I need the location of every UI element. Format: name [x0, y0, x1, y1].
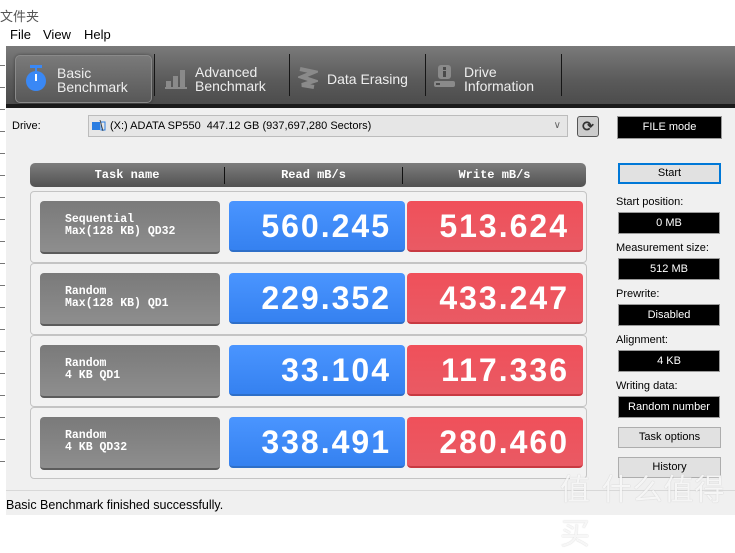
measurement-size-label: Measurement size: — [616, 242, 709, 254]
task-button[interactable]: Random Max(128 KB) QD1 — [40, 273, 220, 326]
tab-label-line2: Information — [464, 78, 535, 94]
header-read: Read mB/s — [281, 168, 346, 182]
menu-help[interactable]: Help — [84, 27, 111, 42]
write-value: 280.460 — [407, 417, 583, 468]
chevron-down-icon: ∨ — [553, 120, 561, 131]
task-name-line2: 4 KB QD32 — [65, 441, 128, 454]
writing-data-field[interactable]: Random number — [618, 396, 720, 418]
refresh-icon: ⟳ — [582, 118, 594, 134]
read-value: 338.491 — [229, 417, 405, 468]
tab-label-line1: Advanced — [195, 64, 258, 80]
table-row: Random Max(128 KB) QD1 229.352 433.247 — [30, 263, 587, 335]
header-task-name: Task name — [94, 168, 160, 182]
task-button[interactable]: Random 4 KB QD1 — [40, 345, 220, 398]
table-row: Random 4 KB QD1 33.104 117.336 — [30, 335, 587, 407]
menu-view[interactable]: View — [43, 27, 71, 42]
app-window: Basic Benchmark Advanced Benchmark Data … — [6, 46, 735, 515]
tab-data-erasing[interactable]: Data Erasing — [294, 55, 422, 101]
write-value: 117.336 — [407, 345, 583, 396]
refresh-button[interactable]: ⟳ — [577, 116, 599, 137]
task-name-line2: 4 KB QD1 — [65, 369, 121, 382]
prewrite-field[interactable]: Disabled — [618, 304, 720, 326]
read-value: 560.245 — [229, 201, 405, 252]
start-position-label: Start position: — [616, 196, 684, 208]
tab-label-line2: Benchmark — [57, 79, 128, 95]
mode-indicator: FILE mode — [617, 116, 722, 139]
menu-file[interactable]: File — [10, 27, 31, 42]
task-name-line2: Max(128 KB) QD1 — [65, 297, 169, 310]
start-button[interactable]: Start — [618, 163, 721, 184]
tab-divider — [561, 54, 562, 96]
tab-drive-information[interactable]: Drive Information — [430, 55, 558, 101]
status-text: Basic Benchmark finished successfully. — [6, 498, 224, 512]
measurement-size-field[interactable]: 512 MB — [618, 258, 720, 280]
tab-label-line2: Benchmark — [195, 78, 266, 94]
writing-data-label: Writing data: — [616, 380, 678, 392]
tab-label-line1: Drive — [464, 64, 497, 80]
tab-bar: Basic Benchmark Advanced Benchmark Data … — [6, 46, 735, 108]
task-options-button[interactable]: Task options — [618, 427, 721, 448]
tab-basic-benchmark[interactable]: Basic Benchmark — [15, 55, 152, 103]
task-button[interactable]: Random 4 KB QD32 — [40, 417, 220, 470]
drive-icon — [92, 120, 106, 131]
drive-info-icon — [434, 65, 455, 87]
read-value: 229.352 — [229, 273, 405, 324]
results-table-header: Task name Read mB/s Write mB/s — [30, 163, 586, 187]
task-name-line2: Max(128 KB) QD32 — [65, 225, 176, 238]
drive-select-value: (X:) ADATA SP550 447.12 GB (937,697,280 … — [110, 120, 372, 132]
prewrite-label: Prewrite: — [616, 288, 660, 300]
read-value: 33.104 — [229, 345, 405, 396]
tab-advanced-benchmark[interactable]: Advanced Benchmark — [158, 55, 286, 101]
write-value: 513.624 — [407, 201, 583, 252]
tab-label: Data Erasing — [327, 71, 408, 87]
drive-label: Drive: — [12, 120, 41, 132]
alignment-label: Alignment: — [616, 334, 668, 346]
table-row: Sequential Max(128 KB) QD32 560.245 513.… — [30, 191, 587, 263]
alignment-field[interactable]: 4 KB — [618, 350, 720, 372]
watermark: 值 什么值得买 — [560, 473, 726, 552]
write-value: 433.247 — [407, 273, 583, 324]
header-write: Write mB/s — [458, 168, 531, 182]
eraser-spring-icon — [298, 67, 318, 89]
folder-title: 文件夹 — [0, 9, 40, 24]
tab-divider — [289, 54, 290, 96]
tab-divider — [425, 54, 426, 96]
table-row: Random 4 KB QD32 338.491 280.460 — [30, 407, 587, 479]
tab-divider — [154, 54, 155, 96]
start-position-field[interactable]: 0 MB — [618, 212, 720, 234]
tab-label-line1: Basic — [57, 65, 92, 81]
stopwatch-icon — [26, 65, 46, 91]
bar-chart-icon — [165, 70, 187, 89]
task-button[interactable]: Sequential Max(128 KB) QD32 — [40, 201, 220, 254]
drive-select[interactable]: (X:) ADATA SP550 447.12 GB (937,697,280 … — [88, 115, 568, 137]
